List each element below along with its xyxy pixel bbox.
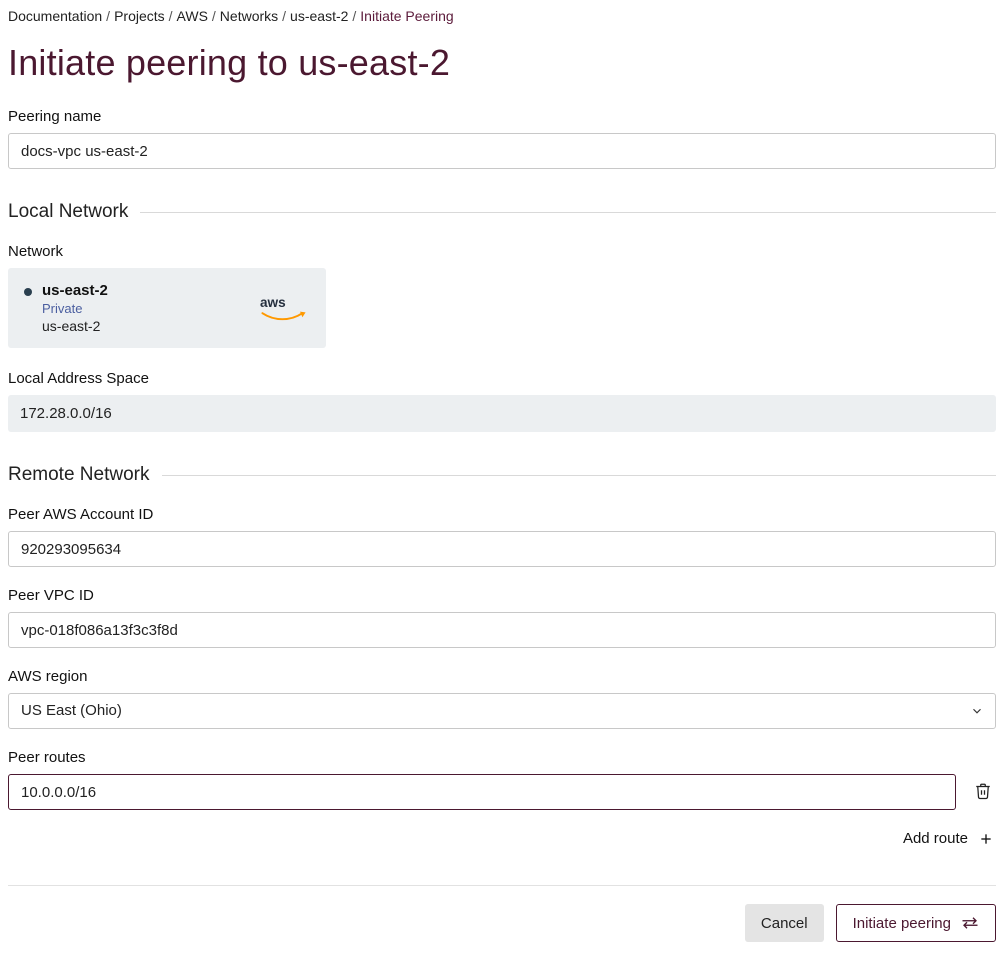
breadcrumb-sep: / [169, 8, 173, 24]
peer-account-id-input[interactable] [8, 531, 996, 567]
svg-text:aws: aws [260, 294, 286, 309]
peering-name-label: Peering name [8, 108, 996, 125]
section-rule [162, 475, 997, 476]
breadcrumb-current: Initiate Peering [360, 8, 453, 24]
network-type: Private [42, 301, 108, 316]
peer-routes-label: Peer routes [8, 749, 996, 766]
peer-route-row [8, 774, 996, 810]
network-card[interactable]: us-east-2 Private us-east-2 aws [8, 268, 326, 348]
page-title: Initiate peering to us-east-2 [8, 42, 996, 84]
local-address-space-value: 172.28.0.0/16 [8, 395, 996, 432]
network-name: us-east-2 [42, 282, 108, 299]
peer-account-id-label: Peer AWS Account ID [8, 506, 996, 523]
aws-region-select[interactable]: US East (Ohio) [8, 693, 996, 729]
breadcrumb-link[interactable]: AWS [177, 8, 208, 24]
peer-vpc-id-input[interactable] [8, 612, 996, 648]
initiate-peering-label: Initiate peering [853, 915, 951, 932]
swap-arrows-icon [961, 916, 979, 930]
network-region: us-east-2 [42, 318, 108, 334]
section-rule [140, 212, 996, 213]
network-label: Network [8, 243, 996, 260]
aws-logo-icon: aws [260, 294, 308, 323]
breadcrumb-link[interactable]: Documentation [8, 8, 102, 24]
breadcrumb-sep: / [106, 8, 110, 24]
breadcrumb-link[interactable]: us-east-2 [290, 8, 348, 24]
plus-icon [978, 831, 994, 847]
add-route-button[interactable]: Add route [901, 826, 996, 851]
footer-actions: Cancel Initiate peering [8, 904, 996, 942]
breadcrumb-sep: / [352, 8, 356, 24]
breadcrumb-link[interactable]: Projects [114, 8, 165, 24]
cancel-button-label: Cancel [761, 915, 808, 932]
footer-rule [8, 885, 996, 886]
breadcrumb-sep: / [282, 8, 286, 24]
aws-region-label: AWS region [8, 668, 996, 685]
section-title: Local Network [8, 201, 128, 223]
local-address-space-label: Local Address Space [8, 370, 996, 387]
delete-route-button[interactable] [970, 778, 996, 807]
breadcrumb: Documentation / Projects / AWS / Network… [8, 6, 996, 28]
peering-name-input[interactable] [8, 133, 996, 169]
peer-vpc-id-label: Peer VPC ID [8, 587, 996, 604]
section-remote-network: Remote Network [8, 464, 996, 486]
initiate-peering-button[interactable]: Initiate peering [836, 904, 996, 942]
cancel-button[interactable]: Cancel [745, 904, 824, 942]
section-local-network: Local Network [8, 201, 996, 223]
breadcrumb-sep: / [212, 8, 216, 24]
status-dot-icon [24, 288, 32, 296]
add-route-label: Add route [903, 830, 968, 847]
section-title: Remote Network [8, 464, 150, 486]
peer-route-input[interactable] [8, 774, 956, 810]
trash-icon [974, 782, 992, 800]
breadcrumb-link[interactable]: Networks [220, 8, 278, 24]
